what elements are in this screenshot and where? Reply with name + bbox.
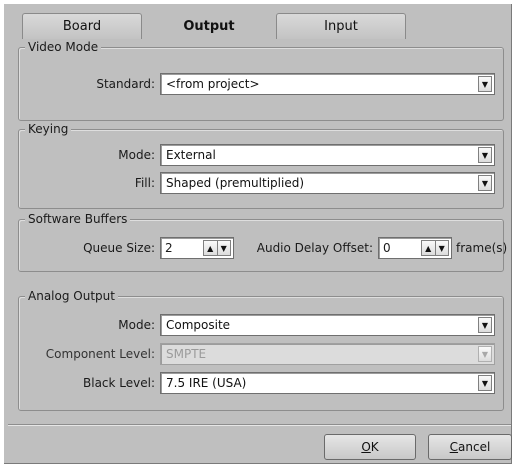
- arrow-down-icon[interactable]: ▼: [435, 240, 449, 256]
- software-buffers-group-title: Software Buffers: [25, 211, 131, 227]
- cancel-button[interactable]: Cancel: [428, 434, 512, 460]
- arrow-up-icon[interactable]: ▲: [421, 240, 436, 256]
- tab-output[interactable]: Output: [144, 11, 274, 41]
- black-level-select[interactable]: 7.5 IRE (USA) ▼: [160, 372, 495, 394]
- ok-mnemonic: O: [361, 440, 371, 454]
- output-settings-dialog: Board Output Input Video Mode Standard: …: [4, 4, 512, 464]
- keying-mode-select[interactable]: External ▼: [160, 144, 495, 166]
- component-level-label: Component Level:: [45, 347, 155, 361]
- chevron-down-icon[interactable]: ▼: [478, 147, 492, 163]
- black-level-label: Black Level:: [83, 376, 155, 390]
- ok-label-rest: K: [370, 440, 379, 454]
- standard-select[interactable]: <from project> ▼: [160, 73, 495, 95]
- video-mode-group: Video Mode Standard: <from project> ▼: [18, 39, 504, 121]
- chevron-down-icon[interactable]: ▼: [478, 317, 492, 333]
- keying-mode-label: Mode:: [118, 148, 155, 162]
- analog-mode-value: Composite: [166, 318, 231, 332]
- chevron-down-icon[interactable]: ▼: [478, 375, 492, 391]
- queue-size-label: Queue Size:: [83, 241, 155, 255]
- analog-output-group-title: Analog Output: [25, 288, 118, 304]
- analog-output-group: Analog Output Mode: Composite ▼ Componen…: [18, 288, 504, 411]
- audio-delay-offset-value: 0: [383, 241, 391, 255]
- keying-mode-value: External: [166, 148, 216, 162]
- video-mode-group-title: Video Mode: [25, 39, 102, 55]
- black-level-value: 7.5 IRE (USA): [166, 376, 247, 390]
- audio-delay-offset-label: Audio Delay Offset:: [256, 241, 373, 255]
- tab-input[interactable]: Input: [276, 13, 406, 39]
- divider: [8, 424, 511, 426]
- cancel-mnemonic: C: [449, 440, 459, 454]
- queue-size-spinbox[interactable]: 2 ▲ ▼: [160, 237, 234, 259]
- tab-board[interactable]: Board: [22, 13, 142, 39]
- component-level-select: SMPTE ▼: [160, 343, 495, 365]
- analog-mode-label: Mode:: [118, 318, 155, 332]
- standard-label: Standard:: [96, 77, 155, 91]
- queue-size-value: 2: [165, 241, 173, 255]
- keying-fill-label: Fill:: [134, 176, 155, 190]
- cancel-label-rest: ancel: [458, 440, 491, 454]
- keying-group: Keying Mode: External ▼ Fill: Shaped (pr…: [18, 121, 504, 209]
- ok-button[interactable]: OK: [324, 434, 416, 460]
- keying-fill-value: Shaped (premultiplied): [166, 176, 304, 190]
- audio-delay-unit-label: frame(s): [456, 241, 508, 255]
- keying-fill-select[interactable]: Shaped (premultiplied) ▼: [160, 172, 495, 194]
- software-buffers-group: Software Buffers Queue Size: 2 ▲ ▼ Audio…: [18, 211, 508, 272]
- arrow-down-icon[interactable]: ▼: [217, 240, 231, 256]
- chevron-down-icon[interactable]: ▼: [478, 76, 492, 92]
- analog-mode-select[interactable]: Composite ▼: [160, 314, 495, 336]
- arrow-up-icon[interactable]: ▲: [203, 240, 218, 256]
- chevron-down-icon: ▼: [478, 346, 492, 362]
- standard-select-value: <from project>: [166, 77, 260, 91]
- chevron-down-icon[interactable]: ▼: [478, 175, 492, 191]
- keying-group-title: Keying: [25, 121, 72, 137]
- audio-delay-offset-spinbox[interactable]: 0 ▲ ▼: [378, 237, 452, 259]
- component-level-value: SMPTE: [166, 347, 207, 361]
